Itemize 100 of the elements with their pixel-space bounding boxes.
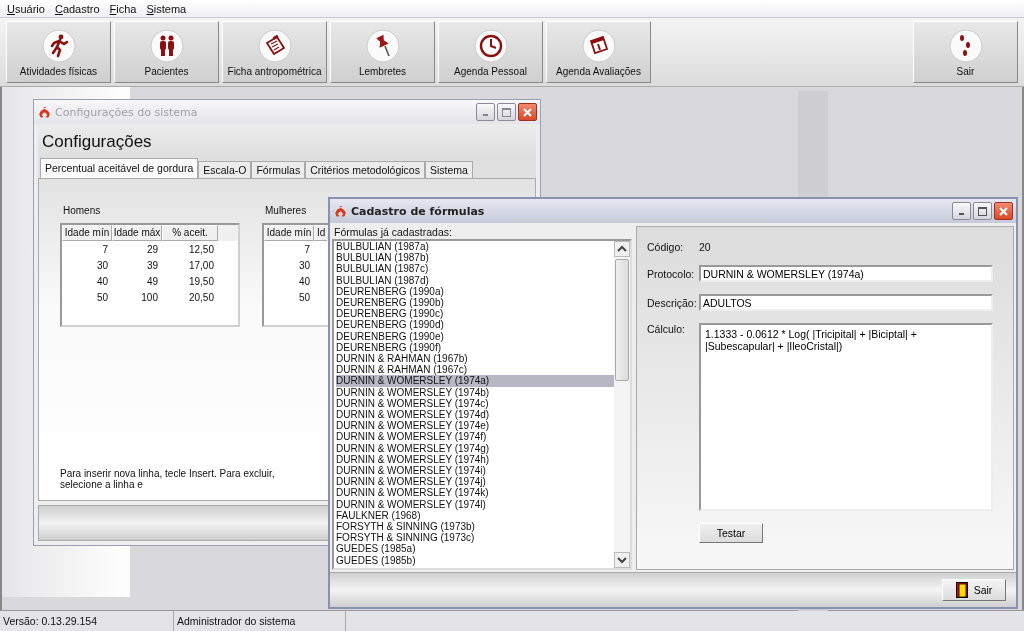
group-label: Homens	[62, 205, 101, 216]
list-item[interactable]: DURNIN & WOMERSLEY (1974e)	[336, 420, 614, 432]
table-cell-text: 40	[297, 275, 311, 287]
list-label: Fórmulas já cadastradas:	[333, 226, 453, 238]
window-title: Configurações do sistema	[55, 105, 199, 119]
list-item[interactable]: DURNIN & WOMERSLEY (1974h)	[336, 453, 614, 466]
scroll-up-icon[interactable]	[614, 241, 630, 257]
column-header: % aceit.	[162, 225, 218, 241]
list-item[interactable]: DURNIN & WOMERSLEY (1974g)	[336, 442, 614, 454]
table-cell-text: 12,50	[187, 243, 215, 255]
maximize-button[interactable]	[973, 202, 992, 220]
toolbar-button[interactable]: Sair	[913, 21, 1018, 83]
list-item[interactable]: DEURENBERG (1990d)	[336, 319, 614, 331]
column-header: Id	[314, 225, 327, 241]
close-button[interactable]	[994, 202, 1013, 220]
app-logo-icon	[39, 106, 50, 118]
list-item[interactable]: DURNIN & WOMERSLEY (1974j)	[336, 476, 614, 488]
list-item[interactable]: DURNIN & RAHMAN (1967c)	[336, 364, 614, 376]
field-label: Cálculo:	[647, 323, 686, 335]
protocol-field[interactable]: DURNIN & WOMERSLEY (1974a)	[699, 265, 993, 282]
column-header: Idade mín	[62, 225, 112, 241]
list-item[interactable]: FORSYTH & SINNING (1973b)	[336, 521, 614, 533]
field-label: Protocolo:	[647, 267, 696, 280]
clock-icon	[473, 29, 508, 63]
maximize-icon	[502, 107, 511, 117]
list-item[interactable]: FORSYTH & SINNING (1973c)	[336, 532, 614, 544]
people-icon	[149, 29, 184, 63]
list-item[interactable]: DURNIN & WOMERSLEY (1974a)	[336, 375, 614, 387]
footprints-icon	[948, 29, 983, 63]
door-icon	[955, 582, 968, 598]
menu-item[interactable]: Cadastro	[49, 2, 105, 15]
toolbar-button[interactable]: Atividades físicas	[6, 21, 111, 83]
window-title: Cadastro de fórmulas	[351, 204, 486, 218]
list-item[interactable]: DURNIN & WOMERSLEY (1974l)	[336, 498, 614, 510]
field-label: Código:	[647, 241, 685, 253]
table-cell-text: 17,00	[187, 259, 215, 271]
table-cell-text: 29	[145, 243, 159, 255]
list-item[interactable]: DEURENBERG (1990a)	[336, 285, 614, 297]
group-label: Mulheres	[264, 205, 307, 216]
toolbar-button[interactable]: Ficha antropométrica	[222, 21, 327, 83]
page-heading: Configurações	[38, 124, 536, 158]
exit-button[interactable]: Sair	[942, 579, 1006, 601]
calendar-icon	[581, 29, 616, 63]
tab[interactable]: Escala-O	[198, 161, 252, 178]
hint-text: Para inserir nova linha, tecle Insert. Para excluir, selecione a linha e	[60, 468, 276, 490]
table-cell-text: 40	[95, 275, 109, 287]
menu-item[interactable]: Ficha	[104, 2, 142, 15]
list-item[interactable]: DURNIN & WOMERSLEY (1974c)	[336, 397, 614, 410]
list-item[interactable]: DURNIN & WOMERSLEY (1974b)	[336, 386, 614, 398]
tab[interactable]: Fórmulas	[251, 161, 306, 178]
list-item[interactable]: DURNIN & WOMERSLEY (1974f)	[336, 431, 614, 443]
description-field[interactable]: ADULTOS	[699, 294, 993, 311]
maximize-icon	[978, 206, 987, 216]
table-cell-text: 19,50	[187, 275, 215, 287]
table-cell-text: 50	[95, 291, 109, 303]
table-cell-text: 7	[101, 243, 109, 255]
tab[interactable]: Critérios metodológicos	[305, 161, 425, 178]
table-cell-text: 50	[297, 291, 311, 303]
toolbar-button[interactable]: Agenda Avaliações	[546, 21, 651, 83]
tab[interactable]: Sistema	[424, 161, 473, 178]
table-cell-text: 7	[303, 243, 311, 255]
list-item[interactable]: DURNIN & RAHMAN (1967b)	[336, 353, 614, 365]
list-item[interactable]: BULBULIAN (1987c)	[336, 263, 614, 275]
list-item[interactable]: BULBULIAN (1987a)	[336, 241, 614, 253]
list-item[interactable]: BULBULIAN (1987b)	[336, 252, 614, 264]
runner-icon	[41, 29, 76, 63]
list-item[interactable]: GUEDES (1985a)	[336, 543, 614, 555]
list-item[interactable]: FAULKNER (1968)	[336, 509, 614, 522]
scroll-down-icon[interactable]	[614, 552, 630, 568]
minimize-button[interactable]	[952, 202, 971, 220]
list-item[interactable]: GUEDES (1985b)	[336, 554, 614, 566]
status-text: Administrador do sistema	[174, 611, 346, 631]
list-item[interactable]: DEURENBERG (1990e)	[336, 330, 614, 342]
list-item[interactable]: BULBULIAN (1987d)	[336, 274, 614, 286]
field-label: Descrição:	[647, 296, 698, 309]
scrollbar[interactable]	[614, 241, 630, 568]
status-text: Versão: 0.13.29.154	[0, 611, 174, 631]
code-value: 20	[699, 241, 711, 253]
list-item[interactable]: DURNIN & WOMERSLEY (1974k)	[336, 487, 614, 499]
close-icon	[999, 206, 1008, 216]
list-item[interactable]: DURNIN & WOMERSLEY (1974d)	[336, 409, 614, 421]
app-logo-icon	[335, 205, 346, 217]
list-item[interactable]: DEURENBERG (1990b)	[336, 297, 614, 309]
scroll-thumb[interactable]	[615, 259, 629, 381]
table-cell-text: 30	[297, 259, 311, 271]
test-button[interactable]: Testar	[699, 523, 763, 543]
list-item[interactable]: DEURENBERG (1990f)	[336, 341, 614, 354]
list-item[interactable]: DURNIN & WOMERSLEY (1974i)	[336, 465, 614, 477]
formula-textarea[interactable]: 1.1333 - 0.0612 * Log( |Tricipital| + |Biciptal| + |Subescapular| + |IleoCristal|)	[699, 323, 993, 511]
menu-item[interactable]: Sistema	[141, 2, 192, 15]
pushpin-icon	[365, 29, 400, 63]
table-cell-text: 49	[145, 275, 159, 287]
toolbar-button[interactable]: Lembretes	[330, 21, 435, 83]
column-header: Idade máx	[112, 225, 162, 241]
toolbar-button[interactable]: Agenda Pessoal	[438, 21, 543, 83]
list-item[interactable]: DEURENBERG (1990c)	[336, 308, 614, 320]
toolbar-button[interactable]: Pacientes	[114, 21, 219, 83]
table-cell-text: 20,50	[187, 291, 215, 303]
tab[interactable]: Percentual aceitável de gordura	[40, 158, 199, 178]
menu-item[interactable]: Usuário	[2, 2, 50, 15]
